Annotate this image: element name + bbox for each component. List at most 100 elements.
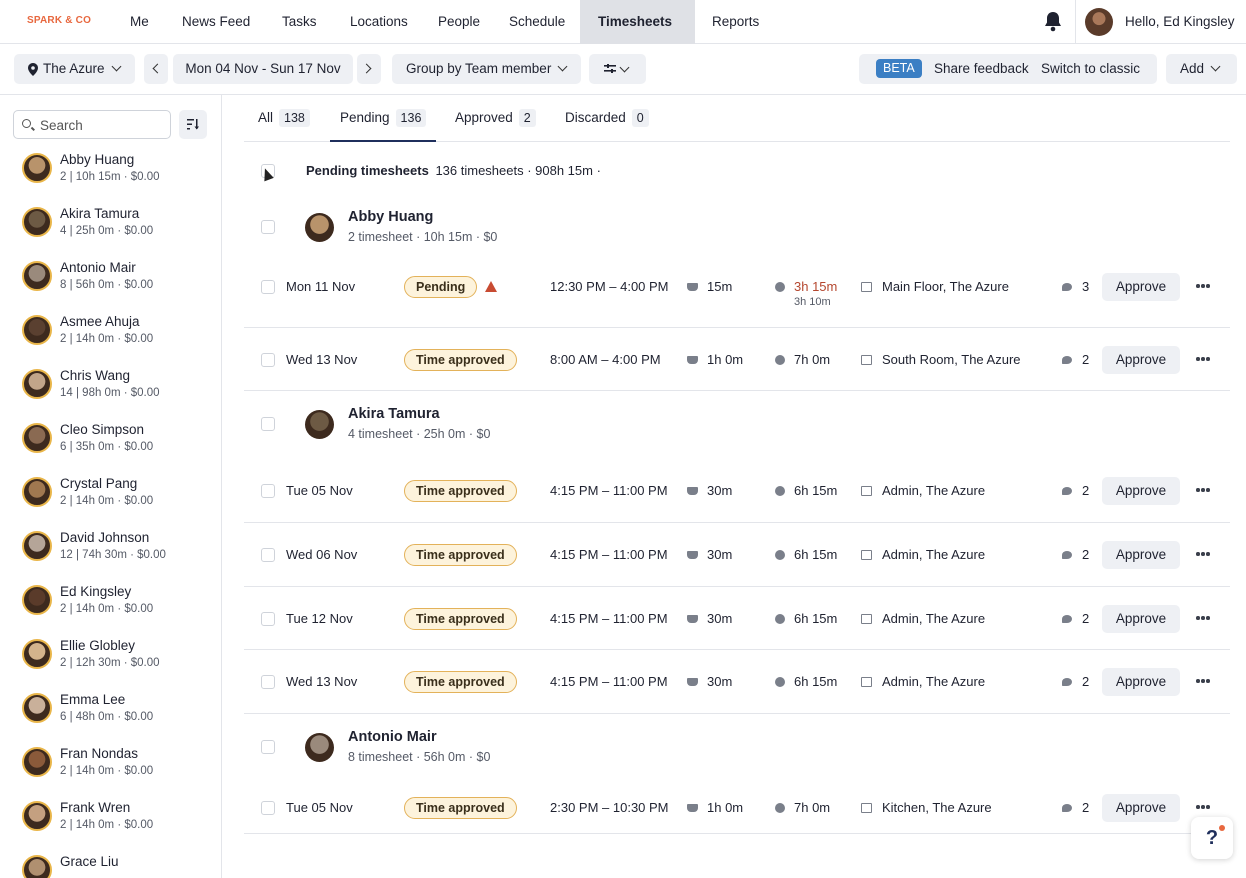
help-button[interactable]: ? <box>1191 817 1233 859</box>
comment-icon[interactable] <box>1062 356 1072 364</box>
timesheet-row[interactable]: Tue 12 Nov Time approved 4:15 PM – 11:00 P… <box>244 587 1230 650</box>
warning-icon <box>485 281 497 292</box>
timesheet-row[interactable]: Tue 05 Nov Time approved 4:15 PM – 11:00 P… <box>244 459 1230 523</box>
employee-list-item[interactable]: David Johnson 12 | 74h 30m · $0.00 <box>0 530 221 585</box>
group-checkbox[interactable] <box>261 220 275 234</box>
row-checkbox[interactable] <box>261 548 275 562</box>
user-avatar[interactable] <box>1085 8 1113 36</box>
group-avatar <box>305 213 334 242</box>
timesheet-row[interactable]: Wed 06 Nov Time approved 4:15 PM – 11:00 P… <box>244 523 1230 587</box>
more-options-icon[interactable] <box>1196 485 1212 495</box>
group-checkbox[interactable] <box>261 740 275 754</box>
switch-to-classic-link[interactable]: Switch to classic <box>1041 54 1140 84</box>
row-checkbox[interactable] <box>261 612 275 626</box>
employee-summary: 8 | 56h 0m · $0.00 <box>60 279 154 291</box>
location-dropdown[interactable]: The Azure <box>14 54 135 84</box>
tab-count: 136 <box>395 109 427 127</box>
more-options-icon[interactable] <box>1196 676 1212 686</box>
nav-item-me[interactable]: Me <box>130 0 149 44</box>
row-comment-count[interactable]: 2 <box>1082 611 1089 626</box>
comment-icon[interactable] <box>1062 487 1072 495</box>
approve-button[interactable]: Approve <box>1102 273 1180 301</box>
nav-item-schedule[interactable]: Schedule <box>509 0 565 44</box>
tab-pending[interactable]: Pending 136 <box>330 95 437 142</box>
row-comment-count[interactable]: 2 <box>1082 800 1089 815</box>
more-options-icon[interactable] <box>1196 354 1212 364</box>
approve-button[interactable]: Approve <box>1102 477 1180 505</box>
nav-item-reports[interactable]: Reports <box>712 0 759 44</box>
timesheet-row[interactable]: Mon 11 Nov Pending 12:30 PM – 4:00 PM 15m 3h… <box>244 255 1230 328</box>
comment-icon[interactable] <box>1062 804 1072 812</box>
employee-list-item[interactable]: Ed Kingsley 2 | 14h 0m · $0.00 <box>0 584 221 639</box>
row-checkbox[interactable] <box>261 353 275 367</box>
row-comment-count[interactable]: 2 <box>1082 352 1089 367</box>
row-comment-count[interactable]: 3 <box>1082 279 1089 294</box>
tab-discarded[interactable]: Discarded 0 <box>565 95 649 142</box>
sort-button[interactable] <box>179 110 207 139</box>
filter-button[interactable] <box>589 54 646 84</box>
employee-avatar <box>22 261 52 291</box>
break-icon <box>687 615 698 623</box>
row-duration: 7h 0m <box>794 352 831 367</box>
prev-period-button[interactable] <box>144 54 168 84</box>
row-checkbox[interactable] <box>261 280 275 294</box>
more-options-icon[interactable] <box>1196 613 1212 623</box>
employee-list-item[interactable]: Chris Wang 14 | 98h 0m · $0.00 <box>0 368 221 423</box>
share-feedback-link[interactable]: Share feedback <box>934 54 1029 84</box>
row-comment-count[interactable]: 2 <box>1082 674 1089 689</box>
comment-icon[interactable] <box>1062 551 1072 559</box>
timesheet-row[interactable]: Wed 13 Nov Time approved 4:15 PM – 11:00 P… <box>244 650 1230 714</box>
row-comment-count[interactable]: 2 <box>1082 547 1089 562</box>
employee-list-item[interactable]: Crystal Pang 2 | 14h 0m · $0.00 <box>0 476 221 531</box>
employee-list-item[interactable]: Akira Tamura 4 | 25h 0m · $0.00 <box>0 206 221 261</box>
more-options-icon[interactable] <box>1196 802 1212 812</box>
employee-list-item[interactable]: Abby Huang 2 | 10h 15m · $0.00 <box>0 152 221 207</box>
row-checkbox[interactable] <box>261 484 275 498</box>
store-icon <box>861 677 872 687</box>
date-range-button[interactable]: Mon 04 Nov - Sun 17 Nov <box>173 54 353 84</box>
employee-list-item[interactable]: Grace Liu <box>0 854 221 878</box>
employee-list-item[interactable]: Ellie Globley 2 | 12h 30m · $0.00 <box>0 638 221 693</box>
search-box[interactable] <box>13 110 171 139</box>
employee-list-item[interactable]: Frank Wren 2 | 14h 0m · $0.00 <box>0 800 221 855</box>
nav-item-locations[interactable]: Locations <box>350 0 408 44</box>
comment-icon[interactable] <box>1062 615 1072 623</box>
group-by-dropdown[interactable]: Group by Team member <box>392 54 581 84</box>
break-icon <box>687 487 698 495</box>
bell-icon[interactable] <box>1043 10 1063 32</box>
nav-item-timesheets[interactable]: Timesheets <box>580 0 695 68</box>
more-options-icon[interactable] <box>1196 281 1212 291</box>
search-input[interactable] <box>40 115 166 135</box>
employee-avatar <box>22 315 52 345</box>
tab-all[interactable]: All 138 <box>258 95 310 142</box>
approve-button[interactable]: Approve <box>1102 346 1180 374</box>
nav-item-tasks[interactable]: Tasks <box>282 0 317 44</box>
timesheet-row[interactable]: Wed 13 Nov Time approved 8:00 AM – 4:00 PM… <box>244 328 1230 391</box>
employee-summary: 6 | 35h 0m · $0.00 <box>60 441 154 453</box>
add-dropdown[interactable]: Add <box>1166 54 1237 84</box>
row-duration: 6h 15m <box>794 611 838 626</box>
comment-icon[interactable] <box>1062 678 1072 686</box>
employee-list-item[interactable]: Fran Nondas 2 | 14h 0m · $0.00 <box>0 746 221 801</box>
approve-button[interactable]: Approve <box>1102 541 1180 569</box>
approve-button[interactable]: Approve <box>1102 794 1180 822</box>
row-checkbox[interactable] <box>261 675 275 689</box>
more-options-icon[interactable] <box>1196 549 1212 559</box>
employee-list-item[interactable]: Emma Lee 6 | 48h 0m · $0.00 <box>0 692 221 747</box>
group-checkbox[interactable] <box>261 417 275 431</box>
nav-item-news-feed[interactable]: News Feed <box>182 0 250 44</box>
employee-list-item[interactable]: Antonio Mair 8 | 56h 0m · $0.00 <box>0 260 221 315</box>
nav-item-people[interactable]: People <box>438 0 480 44</box>
employee-list-item[interactable]: Cleo Simpson 6 | 35h 0m · $0.00 <box>0 422 221 477</box>
comment-icon[interactable] <box>1062 283 1072 291</box>
tab-approved[interactable]: Approved 2 <box>455 95 536 142</box>
next-period-button[interactable] <box>357 54 381 84</box>
timesheet-row[interactable]: Tue 05 Nov Time approved 2:30 PM – 10:30 P… <box>244 782 1230 834</box>
employee-list-item[interactable]: Asmee Ahuja 2 | 14h 0m · $0.00 <box>0 314 221 369</box>
row-checkbox[interactable] <box>261 801 275 815</box>
employee-name: Fran Nondas <box>60 746 139 761</box>
approve-button[interactable]: Approve <box>1102 605 1180 633</box>
row-comment-count[interactable]: 2 <box>1082 483 1089 498</box>
app-logo[interactable]: SPARK & CO <box>27 15 91 26</box>
approve-button[interactable]: Approve <box>1102 668 1180 696</box>
